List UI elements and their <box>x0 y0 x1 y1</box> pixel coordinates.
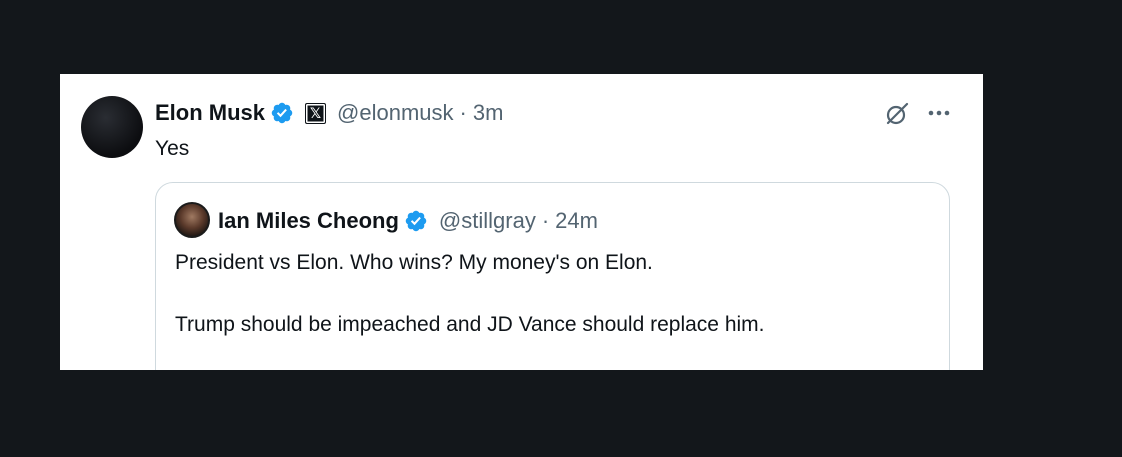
quoted-author-avatar[interactable] <box>174 202 210 238</box>
tweet-timestamp[interactable]: 3m <box>473 100 504 126</box>
tweet-header: Elon Musk 𝕏 @elonmusk · 3m <box>155 98 503 128</box>
quoted-tweet-text-line2: Trump should be impeached and JD Vance s… <box>175 313 765 336</box>
grok-icon[interactable] <box>884 101 910 127</box>
author-handle[interactable]: @elonmusk <box>337 100 454 126</box>
author-avatar[interactable] <box>81 96 143 158</box>
quoted-author-name[interactable]: Ian Miles Cheong <box>218 208 399 234</box>
quoted-tweet-header: Ian Miles Cheong @stillgray · 24m <box>218 206 598 236</box>
quoted-separator-dot: · <box>541 208 550 233</box>
tweet-card[interactable]: Elon Musk 𝕏 @elonmusk · 3m Yes Ian Miles… <box>60 74 983 370</box>
author-name[interactable]: Elon Musk <box>155 100 265 126</box>
quoted-tweet[interactable]: Ian Miles Cheong @stillgray · 24m Presid… <box>155 182 950 370</box>
verified-badge-icon[interactable] <box>270 101 294 125</box>
separator-dot: · <box>459 100 467 125</box>
quoted-verified-badge-icon[interactable] <box>404 209 428 233</box>
quoted-tweet-text-line1: President vs Elon. Who wins? My money's … <box>175 251 653 274</box>
tweet-text: Yes <box>155 137 190 160</box>
x-logo-icon[interactable]: 𝕏 <box>305 102 327 124</box>
more-options-icon[interactable] <box>926 100 952 126</box>
quoted-author-handle[interactable]: @stillgray <box>439 208 536 234</box>
quoted-tweet-timestamp[interactable]: 24m <box>555 208 598 234</box>
